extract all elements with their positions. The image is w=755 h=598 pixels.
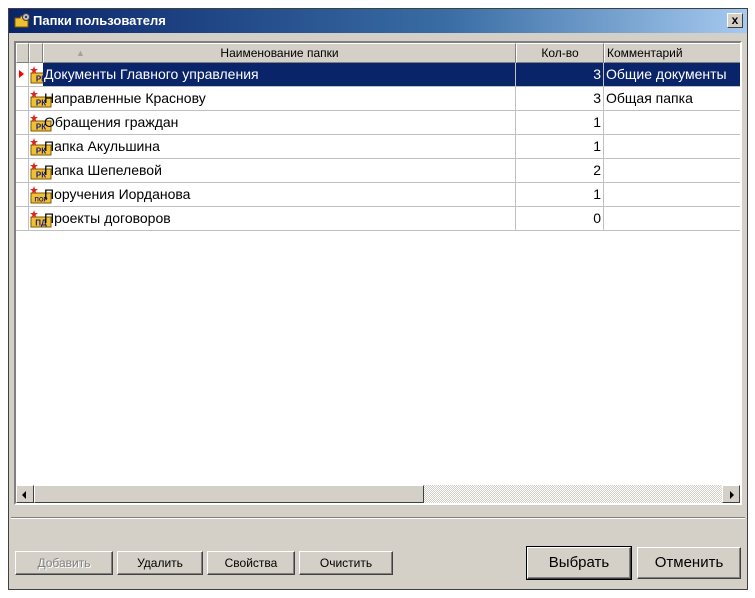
- horizontal-scrollbar[interactable]: [16, 485, 740, 503]
- folders-dialog: Папки пользователя x ▲ Наименование папк…: [8, 8, 748, 590]
- comment-cell[interactable]: Общие документы: [604, 63, 740, 86]
- table-row[interactable]: ПД Проекты договоров 0: [16, 207, 740, 231]
- count-cell[interactable]: 2: [516, 159, 604, 182]
- grid-header: ▲ Наименование папки Кол-во Комментарий: [16, 43, 740, 63]
- row-indicator: [16, 87, 29, 110]
- current-row-pointer-icon: [19, 70, 24, 78]
- table-row[interactable]: РК Обращения граждан 1: [16, 111, 740, 135]
- folder-name-cell[interactable]: Обращения граждан: [43, 111, 516, 134]
- divider: [11, 517, 745, 519]
- cancel-button[interactable]: Отменить: [637, 547, 741, 579]
- table-row[interactable]: РК Папка Шепелевой 2: [16, 159, 740, 183]
- folder-name-cell[interactable]: Папка Акульшина: [43, 135, 516, 158]
- count-cell[interactable]: 1: [516, 111, 604, 134]
- count-cell[interactable]: 1: [516, 135, 604, 158]
- window-title: Папки пользователя: [33, 13, 166, 28]
- title-bar[interactable]: Папки пользователя x: [9, 9, 747, 33]
- folder-name-cell[interactable]: Документы Главного управления: [43, 63, 516, 86]
- scroll-right-button[interactable]: [722, 485, 740, 503]
- row-indicator: [16, 111, 29, 134]
- table-row[interactable]: РК Документы Главного управления 3 Общие до…: [16, 63, 740, 87]
- header-icon-cell: [29, 43, 43, 63]
- comment-cell[interactable]: Общая папка: [604, 87, 740, 110]
- add-button[interactable]: Добавить: [15, 551, 113, 575]
- row-icon-cell: ПОР: [29, 183, 52, 206]
- comment-cell[interactable]: [604, 183, 740, 206]
- row-icon-cell: ПД: [29, 207, 52, 230]
- column-header-comment[interactable]: Комментарий: [604, 43, 740, 63]
- folder-name-cell[interactable]: Папка Шепелевой: [43, 159, 516, 182]
- table-row[interactable]: ПОР Поручения Иорданова 1: [16, 183, 740, 207]
- scroll-left-button[interactable]: [16, 485, 34, 503]
- row-icon-cell: РК: [29, 135, 52, 158]
- sort-ascending-icon: ▲: [76, 48, 85, 58]
- comment-cell[interactable]: [604, 135, 740, 158]
- row-indicator: [16, 135, 29, 158]
- row-indicator: [16, 183, 29, 206]
- comment-cell[interactable]: [604, 111, 740, 134]
- table-row[interactable]: РК Папка Акульшина 1: [16, 135, 740, 159]
- row-icon-cell: РК: [29, 159, 52, 182]
- table-row[interactable]: РК Направленные Краснову 3 Общая папка: [16, 87, 740, 111]
- count-cell[interactable]: 1: [516, 183, 604, 206]
- column-header-name[interactable]: ▲ Наименование папки: [43, 43, 516, 63]
- scroll-track[interactable]: [34, 485, 722, 503]
- column-header-count[interactable]: Кол-во: [516, 43, 604, 63]
- delete-button[interactable]: Удалить: [117, 551, 203, 575]
- row-icon-cell: РК: [29, 87, 52, 110]
- close-button[interactable]: x: [727, 13, 743, 28]
- folder-name-cell[interactable]: Проекты договоров: [43, 207, 516, 230]
- comment-cell[interactable]: [604, 159, 740, 182]
- row-indicator: [16, 63, 29, 86]
- properties-button[interactable]: Свойства: [207, 551, 295, 575]
- header-indicator-cell: [16, 43, 29, 63]
- row-indicator: [16, 159, 29, 182]
- count-cell[interactable]: 3: [516, 87, 604, 110]
- row-icon-cell: РК: [29, 111, 52, 134]
- folder-name-cell[interactable]: Направленные Краснову: [43, 87, 516, 110]
- row-icon-cell: РК: [29, 63, 52, 86]
- folder-settings-icon: [14, 13, 30, 28]
- scroll-thumb[interactable]: [34, 485, 424, 503]
- select-button[interactable]: Выбрать: [526, 546, 632, 580]
- folders-grid[interactable]: ▲ Наименование папки Кол-во Комментарий …: [14, 41, 742, 505]
- folder-name-cell[interactable]: Поручения Иорданова: [43, 183, 516, 206]
- comment-cell[interactable]: [604, 207, 740, 230]
- count-cell[interactable]: 0: [516, 207, 604, 230]
- row-indicator: [16, 207, 29, 230]
- count-cell[interactable]: 3: [516, 63, 604, 86]
- arrow-left-icon: [22, 491, 26, 499]
- clear-button[interactable]: Очистить: [299, 551, 393, 575]
- arrow-right-icon: [730, 491, 734, 499]
